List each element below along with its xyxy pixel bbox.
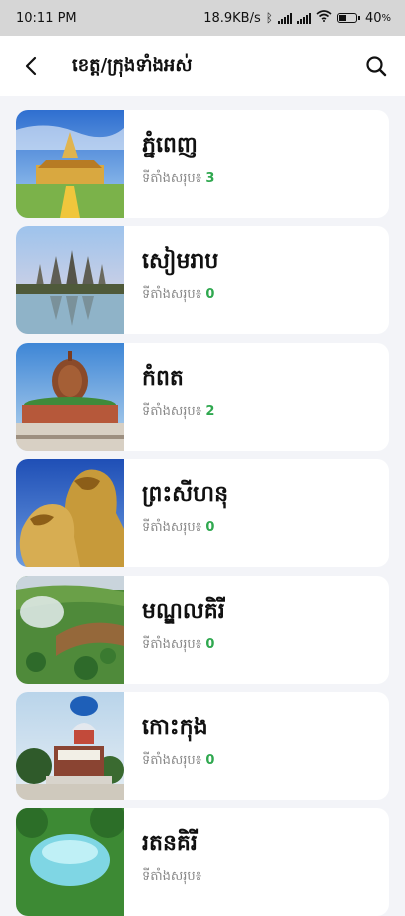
location-count-label: ទីតាំងសរុប៖ [142,519,202,535]
location-count: 0 [205,519,215,535]
province-info: កំពត ទីតាំងសរុប៖ 2 [124,343,214,451]
location-count-row: ទីតាំងសរុប៖ 2 [142,403,214,422]
province-info: ភ្នំពេញ ទីតាំងសរុប៖ 3 [124,110,214,218]
province-image [16,576,124,684]
province-card-phnom-penh[interactable]: ភ្នំពេញ ទីតាំងសរុប៖ 3 [16,110,389,218]
province-image [16,692,124,800]
signal-icon [277,12,292,24]
province-card-siem-reap[interactable]: សៀមរាប ទីតាំងសរុប៖ 0 [16,226,389,334]
location-count-label: ទីតាំងសរុប៖ [142,636,202,652]
province-card-koh-kong[interactable]: កោះកុង ទីតាំងសរុប៖ 0 [16,692,389,800]
province-image [16,343,124,451]
province-info: កោះកុង ទីតាំងសរុប៖ 0 [124,692,214,800]
province-name: មណ្ឌលគិរី [142,599,225,625]
province-info: រតនគិរី ទីតាំងសរុប៖ [124,808,205,916]
wifi-icon [316,10,332,26]
location-count: 3 [205,170,215,186]
page-title: ខេត្ត/ក្រុងទាំងអស់ [72,54,193,76]
battery-icon [336,13,360,23]
province-name: សៀមរាប [142,249,219,275]
location-count-label: ទីតាំងសរុប៖ [142,286,202,302]
status-icons: 18.9KB/s ᛒ 40% [203,10,391,26]
province-name: ភ្នំពេញ [142,133,198,159]
bluetooth-icon: ᛒ [265,11,273,25]
location-count: 0 [205,286,215,302]
search-button[interactable] [361,51,391,81]
location-count-row: ទីតាំងសរុប៖ 0 [142,752,214,771]
back-button[interactable] [16,51,46,81]
location-count-row: ទីតាំងសរុប៖ [142,868,205,887]
province-card-preah-sihanouk[interactable]: ព្រះសីហនុ ទីតាំងសរុប៖ 0 [16,459,389,567]
province-card-mondulkiri[interactable]: មណ្ឌលគិរី ទីតាំងសរុប៖ 0 [16,576,389,684]
location-count: 2 [205,403,215,419]
province-image [16,808,124,916]
province-info: មណ្ឌលគិរី ទីតាំងសរុប៖ 0 [124,576,225,684]
province-name: កំពត [142,366,184,392]
province-info: ព្រះសីហនុ ទីតាំងសរុប៖ 0 [124,459,228,567]
province-name: ព្រះសីហនុ [142,482,229,508]
location-count-label: ទីតាំងសរុប៖ [142,868,202,884]
location-count-row: ទីតាំងសរុប៖ 3 [142,170,214,189]
app-header: ខេត្ត/ក្រុងទាំងអស់ [0,36,405,96]
location-count-label: ទីតាំងសរុប៖ [142,752,202,768]
province-image [16,226,124,334]
network-speed: 18.9KB/s [203,10,261,26]
signal-icon [296,12,311,24]
location-count-label: ទីតាំងសរុប៖ [142,403,202,419]
province-name: កោះកុង [142,715,208,741]
status-bar: 10:11 PM 18.9KB/s ᛒ 40% [0,0,405,36]
province-info: សៀមរាប ទីតាំងសរុប៖ 0 [124,226,218,334]
location-count-row: ទីតាំងសរុប៖ 0 [142,286,218,305]
location-count-label: ទីតាំងសរុប៖ [142,170,202,186]
province-card-ratanakiri[interactable]: រតនគិរី ទីតាំងសរុប៖ [16,808,389,916]
province-name: រតនគិរី [142,831,198,857]
location-count-row: ទីតាំងសរុប៖ 0 [142,636,225,655]
province-card-kampot[interactable]: កំពត ទីតាំងសរុប៖ 2 [16,343,389,451]
battery-level: 40 [364,10,382,26]
status-time: 10:11 PM [16,10,77,26]
province-image [16,110,124,218]
search-icon [366,56,387,77]
chevron-left-icon [25,56,37,76]
location-count: 0 [205,636,215,652]
location-count-row: ទីតាំងសរុប៖ 0 [142,519,228,538]
province-image [16,459,124,567]
location-count: 0 [205,752,215,768]
